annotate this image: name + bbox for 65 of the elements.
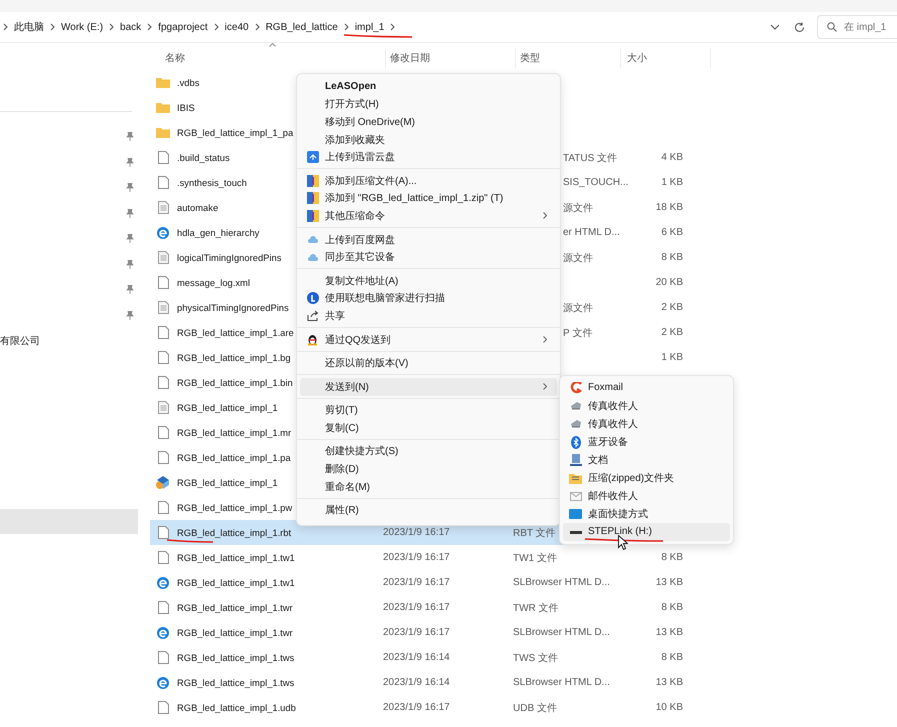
- file-name: RGB_led_lattice_impl_1.pa: [176, 451, 291, 465]
- file-name: RGB_led_lattice_impl_1_pa: [176, 126, 294, 140]
- file-name: IBIS: [176, 101, 195, 115]
- file-size: 8 KB: [661, 652, 683, 663]
- file-name: RGB_led_lattice_impl_1.bin: [176, 376, 293, 390]
- file-name: hdla_gen_hierarchy: [176, 226, 260, 240]
- file-type: TWR 文件: [513, 602, 559, 614]
- file-name: automake: [176, 201, 218, 215]
- file-name: .build_status: [176, 151, 230, 165]
- date-modified: 2023/1/9 16:17: [383, 552, 450, 563]
- file-size: 8 KB: [661, 252, 683, 263]
- file-name: logicalTimingIgnoredPins: [176, 251, 282, 265]
- file-name: physicalTimingIgnoredPins: [176, 301, 289, 315]
- file-size: 4 KB: [661, 152, 683, 163]
- file-name: RGB_led_lattice_impl_1.tw1: [176, 551, 295, 565]
- file-name: RGB_led_lattice_impl_1.pw: [176, 501, 292, 515]
- date-modified: 2023/1/9 16:17: [383, 577, 450, 588]
- file-type: er HTML D...: [562, 227, 620, 238]
- file-name: RGB_led_lattice_impl_1.tw1: [176, 576, 295, 590]
- date-modified: 2023/1/9 16:14: [383, 652, 450, 663]
- file-type: TWS 文件: [513, 652, 558, 664]
- file-type: SIS_TOUCH...: [562, 177, 628, 188]
- file-name: RGB_led_lattice_impl_1.rbt: [170, 522, 292, 543]
- file-size: 8 KB: [661, 602, 683, 613]
- file-type: UDB 文件: [513, 702, 557, 714]
- file-name: RGB_led_lattice_impl_1.twr: [176, 626, 293, 640]
- file-type: SLBrowser HTML D...: [513, 677, 610, 688]
- file-type: TW1 文件: [513, 552, 557, 564]
- file-size: 1 KB: [661, 177, 683, 188]
- file-name: RGB_led_lattice_impl_1.mr: [176, 426, 292, 440]
- file-type: SLBrowser HTML D...: [513, 577, 610, 588]
- file-type: 源文件: [562, 252, 593, 264]
- file-size: 8 KB: [661, 552, 683, 563]
- file-type: P 文件: [562, 326, 592, 340]
- file-type: 源文件: [562, 302, 593, 314]
- file-name: .vdbs: [176, 76, 200, 90]
- file-name: message_log.xml: [176, 276, 250, 290]
- file-type: RBT 文件: [513, 526, 556, 540]
- file-size: 2 KB: [661, 327, 683, 338]
- file-size: 18 KB: [656, 202, 683, 213]
- file-size: 20 KB: [656, 277, 683, 288]
- date-modified: 2023/1/9 16:17: [383, 627, 450, 638]
- file-type: 源文件: [562, 202, 593, 214]
- date-modified: 2023/1/9 16:17: [383, 602, 450, 613]
- date-modified: 2023/1/9 16:17: [383, 702, 450, 713]
- file-name: RGB_led_lattice_impl_1.tws: [176, 676, 294, 690]
- file-size: 13 KB: [656, 627, 683, 638]
- file-name: RGB_led_lattice_impl_1.are: [176, 326, 294, 340]
- file-size: 1 KB: [661, 352, 683, 363]
- file-size: 13 KB: [656, 577, 683, 588]
- file-name: RGB_led_lattice_impl_1.twr: [176, 601, 293, 615]
- file-size: 13 KB: [656, 677, 683, 688]
- file-name: RGB_led_lattice_impl_1.bg: [176, 351, 291, 365]
- file-name: RGB_led_lattice_impl_1: [176, 476, 278, 490]
- file-name: RGB_led_lattice_impl_1: [176, 401, 278, 415]
- date-modified: 2023/1/9 16:17: [383, 527, 450, 538]
- file-size: 10 KB: [656, 702, 683, 713]
- file-size: 6 KB: [661, 227, 683, 238]
- file-name: RGB_led_lattice_impl_1.tws: [176, 651, 294, 665]
- file-type: TATUS 文件: [562, 152, 618, 164]
- date-modified: 2023/1/9 16:14: [383, 677, 450, 688]
- file-name: .synthesis_touch: [176, 176, 247, 190]
- file-type: SLBrowser HTML D...: [513, 627, 610, 638]
- file-size: 2 KB: [661, 302, 683, 313]
- file-name: RGB_led_lattice_impl_1.udb: [176, 701, 296, 715]
